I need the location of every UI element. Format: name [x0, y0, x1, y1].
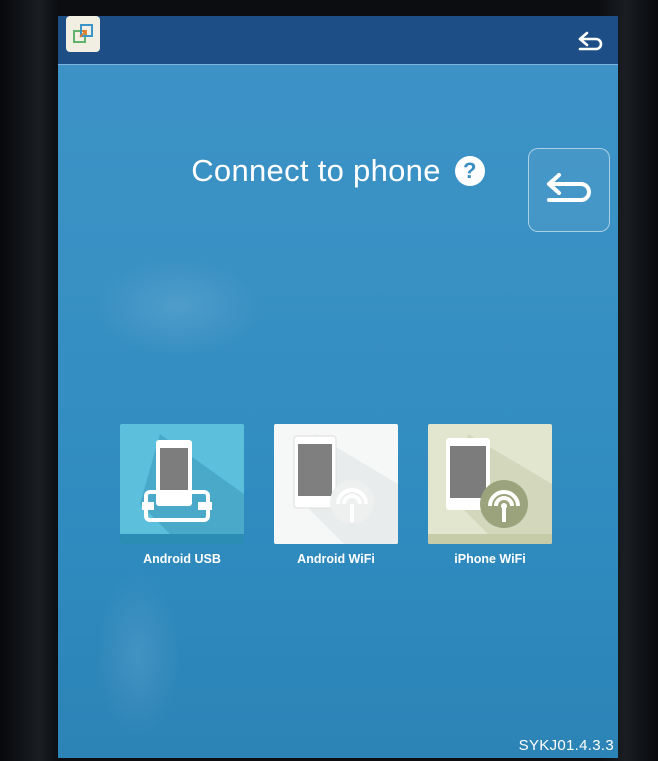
option-label: Android WiFi	[297, 552, 375, 566]
phone-wifi-icon	[428, 434, 552, 544]
iphone-wifi-tile[interactable]	[428, 424, 552, 544]
top-back-button[interactable]	[574, 28, 608, 56]
option-android-usb[interactable]: Android USB	[120, 424, 244, 584]
back-arrow-icon	[547, 173, 591, 202]
option-android-wifi[interactable]: Android WiFi	[274, 424, 398, 584]
phone-usb-icon	[120, 434, 244, 544]
android-wifi-tile[interactable]	[274, 424, 398, 544]
back-button[interactable]	[528, 148, 610, 232]
option-label: iPhone WiFi	[454, 552, 526, 566]
option-iphone-wifi[interactable]: iPhone WiFi	[428, 424, 552, 584]
android-usb-tile[interactable]	[120, 424, 244, 544]
phone-wifi-icon	[293, 434, 398, 544]
screen: Connect to phone ? Android USB Android W…	[58, 16, 618, 758]
option-label: Android USB	[143, 552, 221, 566]
connection-options: Android USB Android WiFi iPhone WiFi	[58, 424, 618, 594]
top-bar	[58, 16, 618, 65]
back-arrow-icon	[578, 31, 603, 51]
version-label: SYKJ01.4.3.3	[518, 737, 614, 754]
window-switch-icon[interactable]	[66, 16, 100, 52]
page-title: Connect to phone	[191, 153, 441, 188]
help-icon[interactable]: ?	[454, 156, 485, 186]
